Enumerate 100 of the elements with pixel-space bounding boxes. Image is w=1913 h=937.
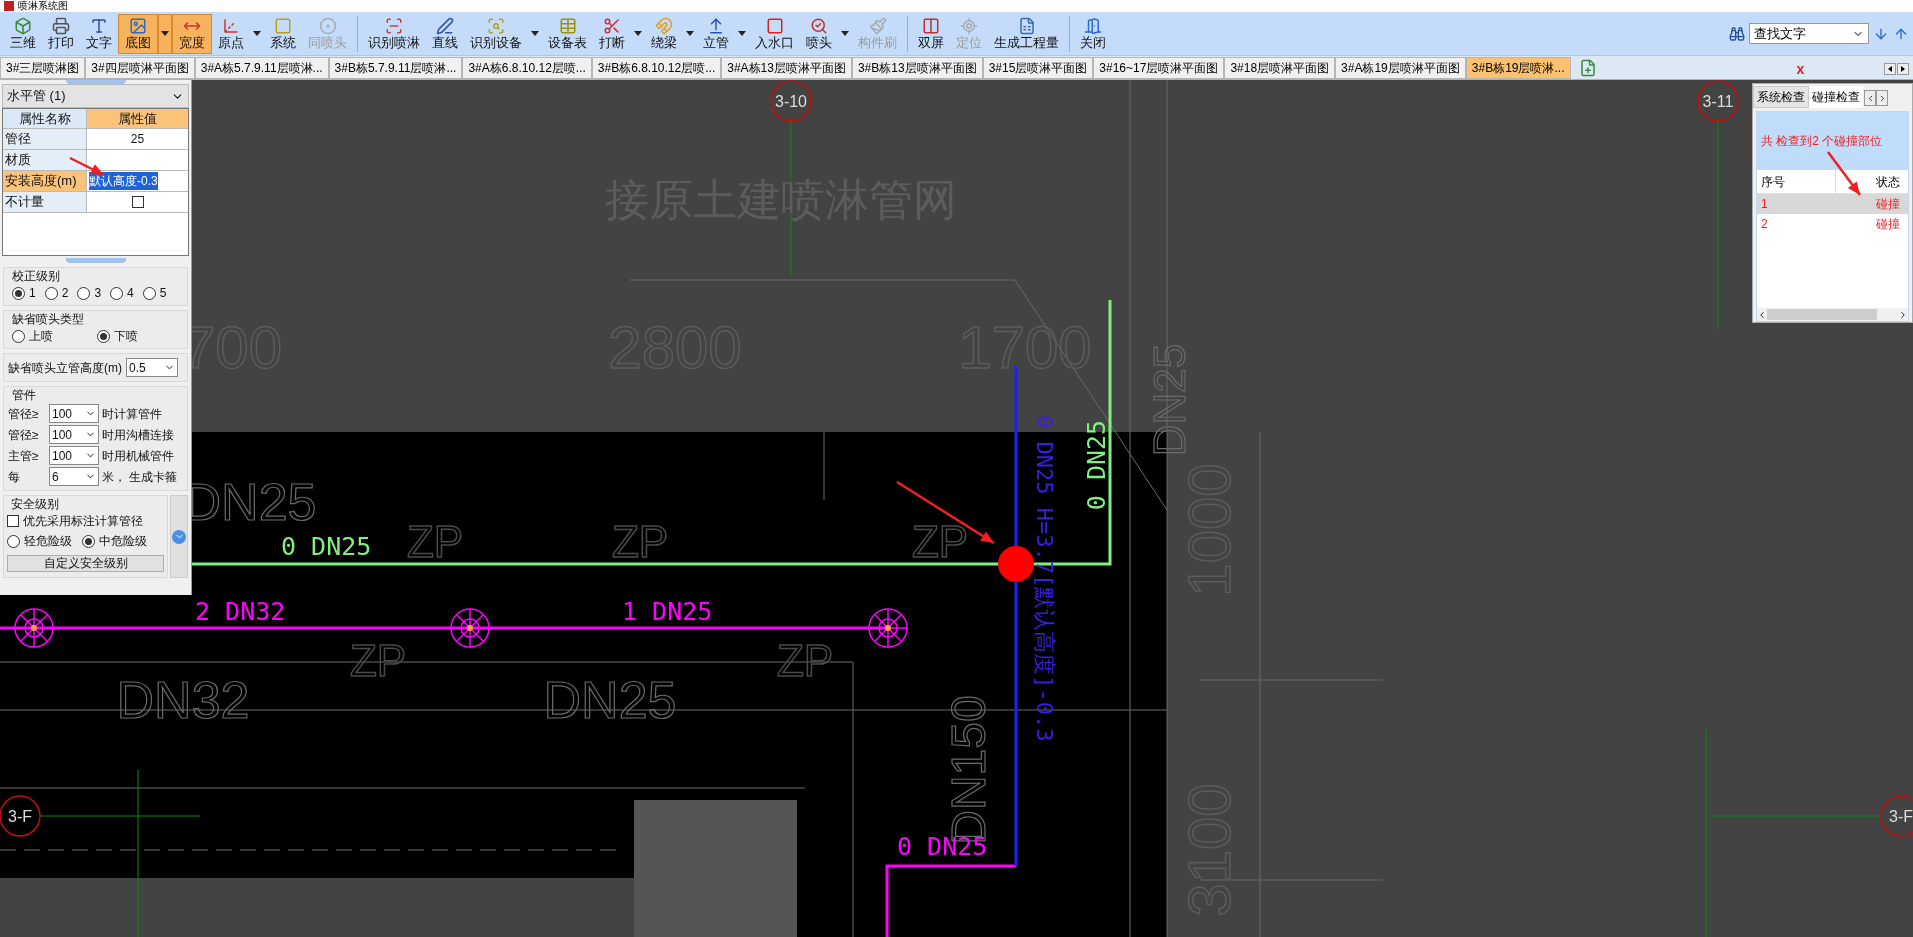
property-name[interactable]: 安装高度(m) — [3, 171, 87, 192]
pipe-size-text: DN32 — [116, 671, 250, 729]
toolbar-button[interactable]: 原点 — [212, 13, 250, 54]
document-tab[interactable]: 3#A栋19层喷淋平面图 — [1335, 57, 1466, 79]
toolbar-button[interactable]: 识别设备 — [464, 13, 528, 54]
toolbar-button[interactable]: 底图 — [118, 13, 158, 54]
document-tab[interactable]: 3#15层喷淋平面图 — [982, 57, 1094, 79]
panel-tab[interactable]: 碰撞检查 — [1809, 86, 1863, 108]
radio-option[interactable]: 中危险级 — [82, 532, 147, 550]
toolbar-button[interactable]: 设备表 — [542, 13, 593, 54]
radio-button[interactable] — [44, 286, 58, 300]
checkbox[interactable] — [131, 196, 144, 208]
field-suffix: 时用沟槽连接 — [102, 426, 174, 444]
column-header: 属性值 — [87, 109, 188, 129]
radio-button[interactable] — [7, 534, 20, 548]
property-name[interactable]: 管径 — [3, 129, 87, 150]
toolbar-button[interactable]: 关闭 — [1074, 13, 1112, 54]
radio-option[interactable]: 上喷 — [12, 327, 53, 345]
radio-option[interactable]: 4 — [110, 284, 134, 302]
toolbar-button[interactable]: 打断 — [593, 13, 631, 54]
scroll-right-icon[interactable] — [1897, 63, 1909, 75]
search-combobox[interactable]: 查找文字 — [1749, 23, 1869, 44]
toolbar-button[interactable]: 直线 — [426, 13, 464, 54]
height-select[interactable]: 0.5 — [126, 358, 178, 377]
radio-button[interactable] — [142, 286, 156, 300]
toolbar-button[interactable]: 入水口 — [749, 13, 800, 54]
chevron-right-icon[interactable] — [1898, 309, 1908, 320]
toolbar-button[interactable]: 系统 — [264, 13, 302, 54]
document-tab[interactable]: 3#三层喷淋图 — [0, 57, 86, 79]
document-tab[interactable]: 3#A栋5.7.9.11层喷淋... — [194, 57, 329, 79]
search-text: 查找文字 — [1754, 24, 1806, 43]
panel-tab[interactable]: 系统检查 — [1753, 86, 1809, 108]
toolbar-button[interactable]: 生成工程量 — [988, 13, 1065, 54]
toolbar-button[interactable]: 三维 — [4, 13, 42, 54]
document-tab[interactable]: 3#B栋6.8.10.12层喷... — [591, 57, 722, 79]
document-tab[interactable]: 3#B栋13层喷淋平面图 — [851, 57, 983, 79]
value-select[interactable]: 100 — [49, 425, 99, 444]
document-tab[interactable]: 3#A栋6.8.10.12层喷... — [462, 57, 592, 79]
text-icon — [90, 17, 108, 35]
custom-level-button[interactable]: 自定义安全级别 — [7, 554, 164, 572]
radio-button[interactable] — [12, 329, 25, 343]
document-tab[interactable]: 3#18层喷淋平面图 — [1224, 57, 1336, 79]
checkbox[interactable] — [7, 515, 19, 527]
radio-button[interactable] — [82, 534, 95, 548]
radio-label: 轻危险级 — [24, 533, 72, 550]
horizontal-scrollbar[interactable] — [1757, 308, 1908, 321]
close-mark[interactable]: x — [1796, 62, 1805, 76]
radio-option[interactable]: 2 — [44, 284, 69, 302]
radio-button[interactable] — [12, 286, 25, 300]
axis-marker — [1697, 80, 1739, 122]
columns-icon — [922, 17, 940, 35]
document-tab[interactable]: 3#A栋13层喷淋平面图 — [721, 57, 852, 79]
object-select[interactable]: 水平管 (1) — [2, 84, 189, 108]
axis-marker — [0, 795, 41, 837]
toolbar-button[interactable]: 打印 — [42, 13, 80, 54]
property-name[interactable]: 材质 — [3, 150, 87, 171]
property-value[interactable]: 25 — [130, 129, 145, 149]
toolbar-button[interactable]: 宽度 — [172, 13, 212, 54]
checkbox-label: 优先采用标注计算管径 — [23, 513, 143, 530]
zp-text: ZP — [776, 636, 834, 685]
collision-dot[interactable] — [998, 546, 1034, 582]
field-label: 管径≥ — [8, 405, 40, 423]
toolbar-button[interactable]: 双屏 — [912, 13, 950, 54]
radio-option[interactable]: 1 — [12, 284, 36, 302]
radio-option[interactable]: 轻危险级 — [7, 532, 72, 550]
binoculars-icon[interactable] — [1729, 25, 1745, 42]
magnet-icon — [655, 17, 673, 35]
picture-icon — [129, 17, 147, 35]
axis-marker — [1880, 795, 1913, 837]
toolbar-button[interactable]: 绕梁 — [645, 13, 683, 54]
document-tab[interactable]: 3#16~17层喷淋平面图 — [1093, 57, 1225, 79]
toolbar-button[interactable]: 立管 — [697, 13, 735, 54]
radio-button[interactable] — [97, 329, 110, 343]
value-select[interactable]: 6 — [49, 467, 99, 486]
scroll-left-icon[interactable] — [1884, 63, 1896, 75]
radio-button[interactable] — [110, 286, 124, 300]
caret-icon — [634, 31, 642, 36]
property-name[interactable]: 不计量 — [3, 192, 87, 213]
document-tab[interactable]: 3#B栋5.7.9.11层喷淋... — [328, 57, 463, 79]
field-suffix: 时计算管件 — [102, 405, 162, 423]
radio-label: 1 — [29, 285, 36, 302]
toolbar-button[interactable]: 文字 — [80, 13, 118, 54]
toolbar-button[interactable]: 喷头 — [800, 13, 838, 54]
document-tab[interactable]: 3#四层喷淋平面图 — [85, 57, 195, 79]
window-title: 喷淋系统图 — [18, 1, 68, 11]
caret-icon — [253, 31, 261, 36]
value-select[interactable]: 100 — [49, 404, 99, 423]
radio-option[interactable]: 5 — [142, 284, 167, 302]
row-index: 1 — [1760, 196, 1769, 213]
pipe-label: 0 DN25 — [1082, 419, 1111, 511]
column-header: 属性名称 — [3, 109, 87, 129]
chevron-left-icon[interactable] — [1757, 309, 1767, 320]
field-suffix: 米， 生成卡箍 — [102, 468, 178, 486]
radio-option[interactable]: 下喷 — [97, 327, 138, 345]
radio-option[interactable]: 3 — [77, 284, 102, 302]
new-tab-icon[interactable] — [1578, 59, 1597, 77]
document-tab[interactable]: 3#B栋19层喷淋... — [1465, 57, 1571, 79]
value-select[interactable]: 100 — [49, 446, 99, 465]
toolbar-button[interactable]: 识别喷淋 — [362, 13, 426, 54]
radio-button[interactable] — [77, 286, 91, 300]
